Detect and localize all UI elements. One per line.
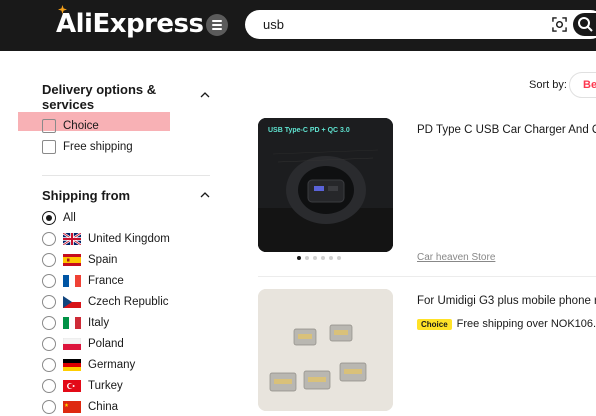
product-divider xyxy=(258,276,596,277)
free-shipping-label: Free shipping xyxy=(63,141,133,153)
carousel-dot[interactable] xyxy=(305,256,309,260)
shipping-option-france[interactable]: France xyxy=(42,272,124,290)
shipping-option-china[interactable]: China xyxy=(42,398,118,416)
shipping-option-czech[interactable]: Czech Republic xyxy=(42,293,169,311)
filter-divider xyxy=(42,175,210,176)
search-button[interactable] xyxy=(573,13,596,36)
filter-choice[interactable]: Choice xyxy=(42,117,99,135)
country-label: France xyxy=(88,275,124,287)
product-image-caption: USB Type-C PD + QC 3.0 xyxy=(268,127,350,134)
country-label: China xyxy=(88,401,119,413)
country-label: Spain xyxy=(88,254,118,266)
search-icon xyxy=(578,17,593,32)
menu-button[interactable] xyxy=(206,14,228,36)
choice-badge: Choice xyxy=(417,318,452,330)
all-label: All xyxy=(63,212,76,224)
italy-flag-icon xyxy=(63,317,81,329)
logo-star-icon xyxy=(58,5,67,14)
country-label: United Kingdom xyxy=(88,233,170,245)
delivery-title-line1: Delivery options & xyxy=(42,82,157,97)
shipping-option-poland[interactable]: Poland xyxy=(42,335,124,353)
choice-checkbox[interactable] xyxy=(42,119,56,133)
france-flag-icon xyxy=(63,275,81,287)
country-label: Germany xyxy=(88,359,136,371)
shipping-info: Choice Free shipping over NOK106.33 xyxy=(417,318,596,330)
free-shipping-checkbox[interactable] xyxy=(42,140,56,154)
china-flag-icon xyxy=(63,401,81,413)
carousel-dot-active[interactable] xyxy=(297,256,301,260)
product-title[interactable]: For Umidigi G3 plus mobile phone re xyxy=(417,295,596,307)
free-shipping-text: Free shipping over NOK106.33 xyxy=(456,318,596,330)
carousel-dot[interactable] xyxy=(337,256,341,260)
menu-icon-line xyxy=(212,24,222,26)
shipping-option-uk[interactable]: United Kingdom xyxy=(42,230,170,248)
uk-flag-icon xyxy=(63,233,81,245)
radio[interactable] xyxy=(42,400,56,414)
shipping-option-spain[interactable]: Spain xyxy=(42,251,117,269)
top-bar: AliExpress usb xyxy=(0,0,596,51)
image-carousel-dots[interactable] xyxy=(297,256,341,260)
radio[interactable] xyxy=(42,295,56,309)
country-label: Poland xyxy=(88,338,124,350)
carousel-dot[interactable] xyxy=(313,256,317,260)
sort-dropdown[interactable]: Be xyxy=(569,72,596,98)
poland-flag-icon xyxy=(63,338,81,350)
radio[interactable] xyxy=(42,316,56,330)
turkey-flag-icon xyxy=(63,380,81,392)
czech-flag-icon xyxy=(63,296,81,308)
delivery-title-line2: services xyxy=(42,97,95,112)
sort-by-label: Sort by: xyxy=(529,79,567,91)
radio[interactable] xyxy=(42,253,56,267)
radio[interactable] xyxy=(42,379,56,393)
filter-free-shipping[interactable]: Free shipping xyxy=(42,138,133,156)
radio[interactable] xyxy=(42,232,56,246)
usb-connector-image xyxy=(258,289,393,411)
country-label: Turkey xyxy=(88,380,123,392)
radio-selected[interactable] xyxy=(42,211,56,225)
chevron-up-icon[interactable] xyxy=(200,92,210,98)
radio[interactable] xyxy=(42,274,56,288)
spain-flag-icon xyxy=(63,254,81,266)
carousel-dot[interactable] xyxy=(321,256,325,260)
radio[interactable] xyxy=(42,358,56,372)
search-bar[interactable]: usb xyxy=(245,10,596,39)
product-image[interactable] xyxy=(258,289,393,411)
germany-flag-icon xyxy=(63,359,81,371)
shipping-option-germany[interactable]: Germany xyxy=(42,356,135,374)
shipping-option-italy[interactable]: Italy xyxy=(42,314,109,332)
product-title[interactable]: PD Type C USB Car Charger And QC 3 xyxy=(417,124,596,136)
menu-icon xyxy=(212,20,222,22)
country-label: Italy xyxy=(88,317,110,329)
carousel-dot[interactable] xyxy=(329,256,333,260)
menu-icon-line xyxy=(212,28,222,30)
delivery-options-title: Delivery options & services xyxy=(42,82,156,112)
aliexpress-logo[interactable]: AliExpress xyxy=(56,5,204,39)
shipping-option-turkey[interactable]: Turkey xyxy=(42,377,123,395)
product-image[interactable]: USB Type-C PD + QC 3.0 xyxy=(258,118,393,252)
country-label: Czech Republic xyxy=(88,296,169,308)
search-input[interactable]: usb xyxy=(263,17,284,32)
store-link[interactable]: Car heaven Store xyxy=(417,252,495,263)
radio[interactable] xyxy=(42,337,56,351)
choice-label: Choice xyxy=(63,120,99,132)
logo-text: AliExpress xyxy=(56,9,204,39)
shipping-from-title: Shipping from xyxy=(42,188,131,203)
shipping-option-all[interactable]: All xyxy=(42,209,76,227)
sort-value: Be xyxy=(583,79,596,91)
chevron-up-icon[interactable] xyxy=(200,192,210,198)
car-charger-image: USB Type-C PD + QC 3.0 xyxy=(258,118,393,252)
camera-search-icon[interactable] xyxy=(552,17,567,32)
